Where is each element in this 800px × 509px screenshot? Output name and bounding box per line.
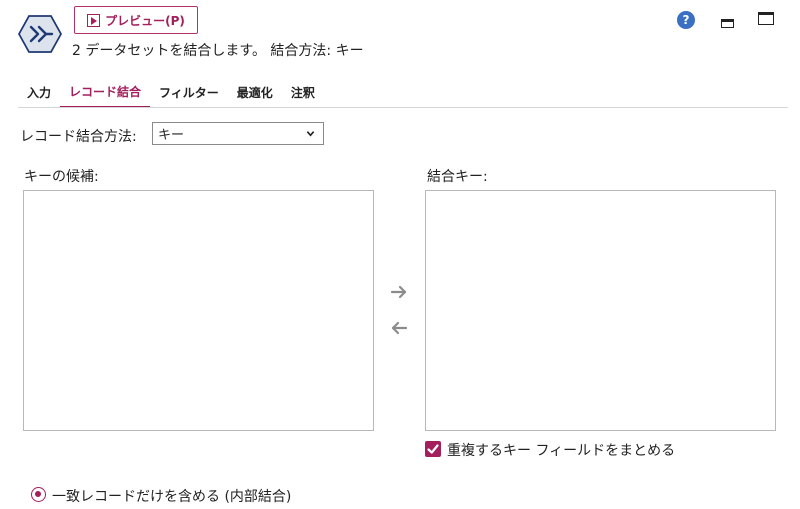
tab-label: レコード結合	[69, 84, 142, 99]
candidate-keys-list[interactable]	[23, 190, 374, 431]
inner-join-label: 一致レコードだけを含める (内部結合)	[52, 489, 292, 505]
tab-label: フィルター	[159, 85, 219, 100]
radio-selected-icon[interactable]	[31, 487, 46, 502]
maximize-icon[interactable]	[758, 12, 774, 25]
arrow-right-icon[interactable]	[390, 285, 408, 299]
merge-method-select[interactable]: キー	[152, 122, 324, 145]
tab-label: 注釈	[290, 85, 315, 100]
chevron-down-icon	[306, 131, 315, 137]
minimize-icon[interactable]	[721, 13, 734, 28]
tab-label: 入力	[27, 85, 52, 100]
tab-filter[interactable]: フィルター	[150, 76, 228, 108]
checkbox-checked-icon[interactable]	[425, 441, 441, 457]
tab-bar: 入力 レコード結合 フィルター 最適化 注釈	[18, 76, 324, 108]
candidate-keys-label: キーの候補:	[24, 169, 99, 185]
node-summary: 2 データセットを結合します。 結合方法: キー	[72, 43, 364, 59]
merge-node-icon	[18, 15, 62, 53]
tab-label: 最適化	[236, 85, 273, 100]
tab-record-merge[interactable]: レコード結合	[60, 76, 151, 108]
merge-keys-label: 結合キー:	[427, 169, 488, 185]
merge-method-label: レコード結合方法:	[20, 129, 137, 145]
tab-divider	[18, 107, 788, 108]
merge-keys-list[interactable]	[425, 190, 776, 431]
preview-button[interactable]: プレビュー(P)	[74, 6, 198, 34]
help-icon[interactable]: ?	[677, 11, 695, 29]
tab-input[interactable]: 入力	[18, 76, 60, 108]
play-icon	[87, 13, 101, 27]
merge-method-value: キー	[158, 128, 185, 143]
preview-button-label: プレビュー(P)	[105, 13, 185, 28]
tab-annotation[interactable]: 注釈	[282, 76, 324, 108]
tab-optimization[interactable]: 最適化	[228, 76, 282, 108]
arrow-left-icon[interactable]	[390, 321, 408, 335]
combine-duplicate-keys-label: 重複するキー フィールドをまとめる	[447, 443, 676, 459]
